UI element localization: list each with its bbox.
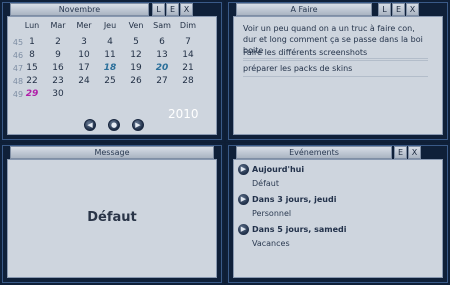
calendar-day[interactable]: 28	[176, 76, 200, 86]
calendar-day[interactable]: 4	[98, 37, 122, 47]
event-arrow-icon[interactable]: ▶	[238, 164, 249, 175]
events-body: ▶ Aujourd'hui Défaut ▶ Dans 3 jours, jeu…	[233, 159, 443, 278]
message-title: Message	[10, 146, 214, 159]
calendar-day[interactable]: 18	[98, 63, 122, 73]
close-button[interactable]: X	[180, 3, 193, 16]
calendar-day[interactable]: 19	[124, 63, 148, 73]
minimize-button[interactable]: L	[152, 3, 165, 16]
calendar-day[interactable]: 16	[46, 63, 70, 73]
event-subtitle: Vacances	[252, 239, 290, 248]
todo-item[interactable]: préparer les packs de skins	[243, 63, 428, 77]
weekday-header: Mar	[50, 21, 66, 30]
calendar-grid: Lun Mar Mer Jeu Ven Sam Dim 45 1 2 3 4 5 6 7 46 8 9 10 11 12…	[8, 17, 218, 107]
maximize-button[interactable]: E	[394, 146, 407, 159]
next-month-button[interactable]: ▶	[132, 119, 144, 131]
calendar-day[interactable]: 3	[72, 37, 96, 47]
calendar-day[interactable]: 5	[124, 37, 148, 47]
year-label: 2010	[168, 107, 199, 121]
event-subtitle: Défaut	[252, 179, 280, 188]
minimize-button[interactable]: L	[378, 3, 391, 16]
todo-title: A Faire	[236, 3, 372, 16]
calendar-day[interactable]: 22	[20, 76, 44, 86]
calendar-day[interactable]: 2	[46, 37, 70, 47]
todo-panel: A Faire L E X Voir un peu quand on a un …	[226, 0, 450, 142]
calendar-window-controls: L E X	[152, 3, 193, 16]
todo-window-controls: L E X	[378, 3, 419, 16]
calendar-day[interactable]: 29	[20, 89, 44, 99]
calendar-day[interactable]: 9	[46, 50, 70, 60]
calendar-day[interactable]: 20	[150, 63, 174, 73]
todo-body: Voir un peu quand on a un truc à faire c…	[233, 16, 443, 135]
calendar-day[interactable]: 30	[46, 89, 70, 99]
calendar-day[interactable]: 15	[20, 63, 44, 73]
calendar-day[interactable]: 1	[20, 37, 44, 47]
calendar-day[interactable]: 17	[72, 63, 96, 73]
calendar-day[interactable]: 11	[98, 50, 122, 60]
calendar-day[interactable]: 14	[176, 50, 200, 60]
calendar-panel: Novembre L E X Lun Mar Mer Jeu Ven Sam Dim 45 1 2…	[0, 0, 224, 142]
event-title[interactable]: Aujourd'hui	[252, 165, 304, 174]
weekday-header: Ven	[128, 21, 144, 30]
calendar-day[interactable]: 10	[72, 50, 96, 60]
close-button[interactable]: X	[406, 3, 419, 16]
calendar-title: Novembre	[10, 3, 149, 16]
calendar-day[interactable]: 23	[46, 76, 70, 86]
weekday-header: Mer	[76, 21, 92, 30]
weekday-header: Jeu	[103, 21, 117, 30]
calendar-day[interactable]: 26	[124, 76, 148, 86]
calendar-day[interactable]: 12	[124, 50, 148, 60]
today-button[interactable]: ●	[108, 119, 120, 131]
calendar-day[interactable]: 25	[98, 76, 122, 86]
message-text: Défaut	[87, 210, 137, 225]
weekday-header: Dim	[179, 21, 197, 30]
event-arrow-icon[interactable]: ▶	[238, 224, 249, 235]
event-arrow-icon[interactable]: ▶	[238, 194, 249, 205]
weekday-header: Lun	[24, 21, 40, 30]
events-window-controls: E X	[394, 146, 421, 159]
calendar-day[interactable]: 13	[150, 50, 174, 60]
event-title[interactable]: Dans 3 jours, jeudi	[252, 195, 336, 204]
calendar-body: Lun Mar Mer Jeu Ven Sam Dim 45 1 2 3 4 5 6 7 46 8 9 10 11 12…	[7, 16, 217, 135]
calendar-day[interactable]: 27	[150, 76, 174, 86]
weekday-header: Sam	[153, 21, 171, 30]
message-panel: Message Défaut	[0, 143, 224, 285]
maximize-button[interactable]: E	[166, 3, 179, 16]
event-title[interactable]: Dans 5 jours, samedi	[252, 225, 347, 234]
prev-month-button[interactable]: ◀	[84, 119, 96, 131]
calendar-day[interactable]: 7	[176, 37, 200, 47]
calendar-day[interactable]: 8	[20, 50, 44, 60]
events-panel: Evénements E X ▶ Aujourd'hui Défaut ▶ Da…	[226, 143, 450, 285]
close-button[interactable]: X	[408, 146, 421, 159]
todo-item[interactable]: Faire les différents screenshots	[243, 47, 428, 61]
message-body: Défaut	[7, 159, 217, 278]
calendar-day[interactable]: 21	[176, 63, 200, 73]
calendar-day[interactable]: 6	[150, 37, 174, 47]
maximize-button[interactable]: E	[392, 3, 405, 16]
event-subtitle: Personnel	[252, 209, 292, 218]
calendar-day[interactable]: 24	[72, 76, 96, 86]
events-title: Evénements	[236, 146, 392, 159]
